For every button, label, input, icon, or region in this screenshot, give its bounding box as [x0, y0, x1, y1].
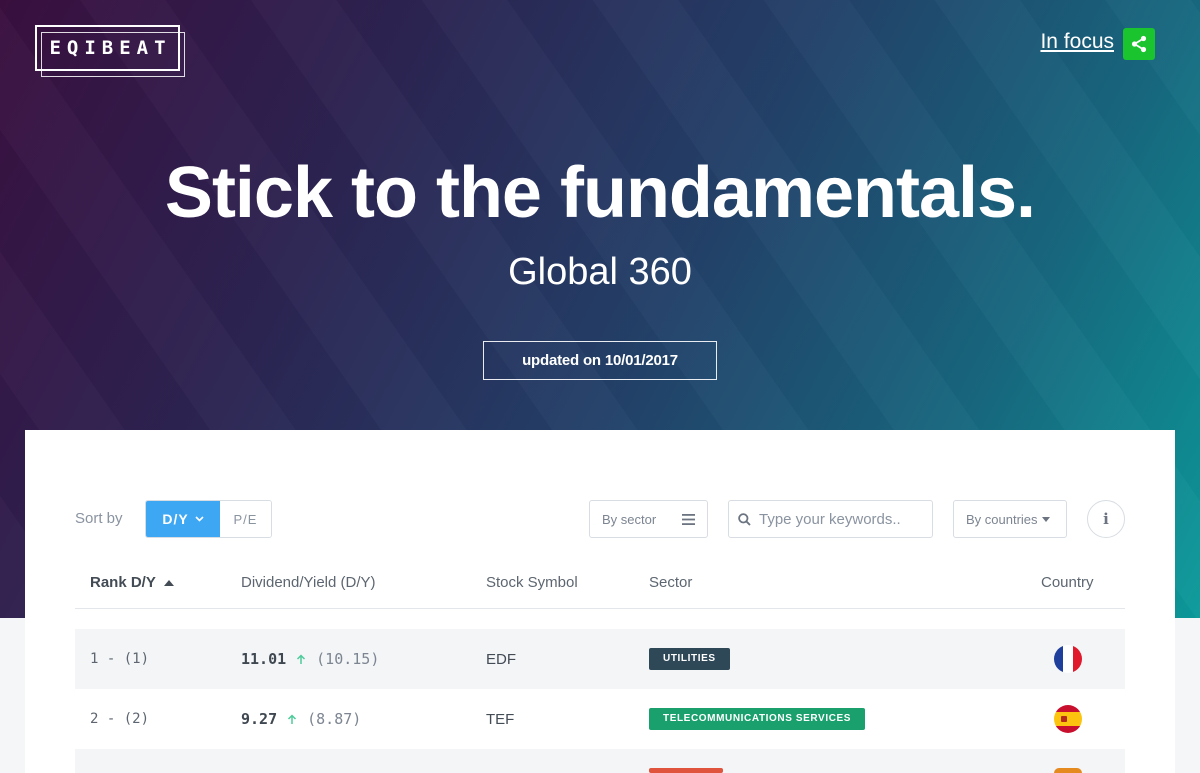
sort-dy-label: D/Y: [162, 511, 189, 527]
country-cell: [1054, 629, 1082, 689]
rank-cell: 2 - (2): [90, 711, 150, 727]
search-icon: [738, 512, 751, 526]
sector-cell: [649, 749, 723, 773]
column-header-dividend-yield[interactable]: Dividend/Yield (D/Y): [241, 574, 376, 591]
search-box[interactable]: [728, 500, 933, 538]
country-cell: [1054, 749, 1082, 773]
column-header-rank[interactable]: Rank D/Y: [90, 574, 174, 591]
column-header-stock-symbol[interactable]: Stock Symbol: [486, 574, 578, 591]
column-header-country[interactable]: Country: [1041, 574, 1094, 591]
updated-date-badge: updated on 10/01/2017: [483, 341, 717, 380]
column-header-sector[interactable]: Sector: [649, 574, 692, 591]
sort-dy-button[interactable]: D/Y: [146, 501, 220, 537]
countries-filter-label: By countries: [966, 511, 1038, 527]
spain-flag-icon: [1054, 705, 1082, 733]
sort-pe-button[interactable]: P/E: [220, 501, 271, 537]
sort-label: Sort by: [75, 510, 123, 527]
arrow-up-icon: [288, 713, 297, 724]
france-flag-icon: [1054, 645, 1082, 673]
table-row[interactable]: 1 - (1) 11.01 (10.15) EDF UTILITIES: [75, 629, 1125, 689]
page-subtitle: Global 360: [508, 251, 692, 293]
countries-filter-button[interactable]: By countries: [953, 500, 1067, 538]
dividend-yield-cell: 9.27 (8.87): [241, 689, 361, 749]
sector-badge: TELECOMMUNICATIONS SERVICES: [649, 708, 866, 730]
logo-text: EQIBEAT: [49, 37, 172, 59]
dividend-yield-previous: (8.87): [307, 710, 362, 728]
table-header: Rank D/Y Dividend/Yield (D/Y) Stock Symb…: [75, 560, 1125, 609]
caret-down-icon: [1041, 516, 1050, 522]
hamburger-icon: [682, 513, 695, 525]
stock-symbol-cell[interactable]: EDF: [486, 629, 516, 689]
dividend-yield-value: 11.01: [241, 650, 287, 668]
eqibeat-logo[interactable]: EQIBEAT: [35, 25, 185, 77]
dividend-yield-cell: 11.01 (10.15): [241, 629, 379, 689]
share-icon: [1131, 35, 1147, 53]
column-header-rank-label: Rank D/Y: [90, 574, 156, 591]
page-headline: Stick to the fundamentals.: [164, 153, 1036, 233]
table-row[interactable]: 2 - (2) 9.27 (8.87) TEF TELECOMMUNICATIO…: [75, 689, 1125, 749]
sector-badge-partial: [649, 768, 723, 773]
sector-cell: UTILITIES: [649, 629, 730, 689]
results-panel: Sort by D/Y P/E By sector By countries i…: [25, 430, 1175, 773]
chevron-down-icon: [195, 516, 204, 522]
arrow-up-icon: [297, 653, 306, 664]
flag-icon-partial: [1054, 768, 1082, 773]
table-row-partial[interactable]: [75, 749, 1125, 773]
dividend-yield-previous: (10.15): [316, 650, 380, 668]
country-cell: [1054, 689, 1082, 749]
sort-toggle: D/Y P/E: [145, 500, 272, 538]
dividend-yield-value: 9.27: [241, 710, 278, 728]
sector-filter-label: By sector: [602, 511, 657, 527]
stock-symbol-cell[interactable]: TEF: [486, 689, 514, 749]
rank-cell: 1 - (1): [90, 651, 150, 667]
search-input[interactable]: [759, 510, 919, 528]
in-focus-link[interactable]: In focus: [1040, 30, 1114, 54]
sort-ascending-icon: [163, 579, 174, 586]
sector-filter-button[interactable]: By sector: [589, 500, 708, 538]
info-button[interactable]: i: [1087, 500, 1125, 538]
sector-badge: UTILITIES: [649, 648, 730, 670]
share-button[interactable]: [1123, 28, 1155, 60]
sector-cell: TELECOMMUNICATIONS SERVICES: [649, 689, 866, 749]
